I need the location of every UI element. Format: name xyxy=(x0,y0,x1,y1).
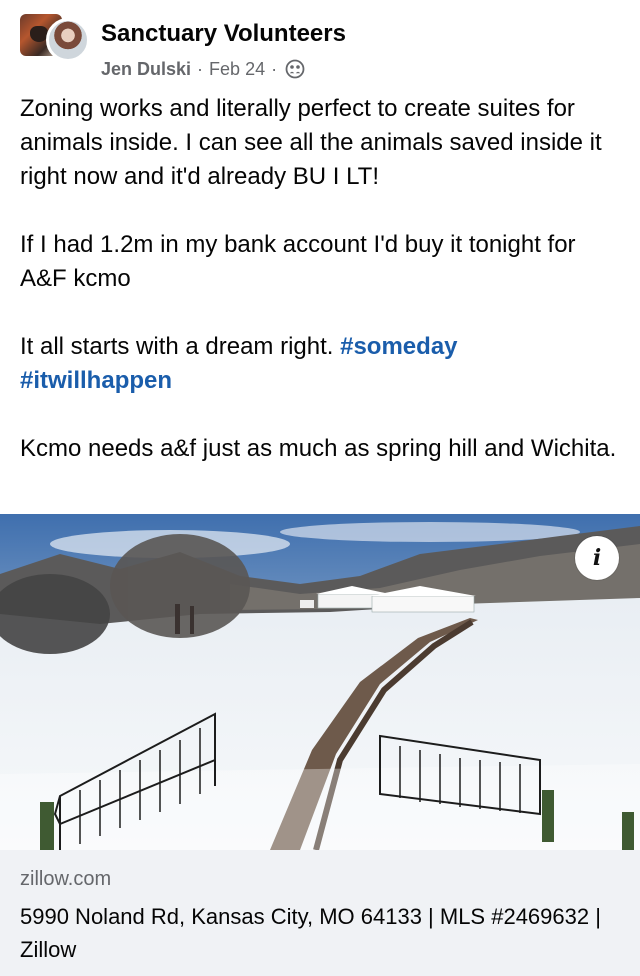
link-preview-card[interactable]: zillow.com 5990 Noland Rd, Kansas City, … xyxy=(0,850,640,976)
author-name-link[interactable]: Jen Dulski xyxy=(101,59,191,80)
info-button[interactable]: i xyxy=(575,536,619,580)
link-domain: zillow.com xyxy=(20,868,112,890)
post-paragraph: If I had 1.2m in my bank account I'd buy… xyxy=(20,231,576,292)
post-text-segment: It all starts with a dream right. xyxy=(20,333,341,360)
info-icon: i xyxy=(592,545,602,571)
post-paragraph: Zoning works and literally perfect to cr… xyxy=(20,95,602,190)
group-name-link[interactable]: Sanctuary Volunteers xyxy=(101,20,346,48)
author-avatar[interactable] xyxy=(46,18,90,62)
post-header: Sanctuary Volunteers Jen Dulski · Feb 24… xyxy=(0,0,640,96)
post-paragraph-hashtags: It all starts with a dream right. #somed… xyxy=(20,330,620,398)
link-title[interactable]: 5990 Noland Rd, Kansas City, MO 64133 | … xyxy=(20,900,620,966)
group-audience-icon[interactable] xyxy=(285,59,305,79)
link-preview-image[interactable] xyxy=(0,514,640,850)
meta-separator: · xyxy=(197,58,204,79)
meta-separator: · xyxy=(271,58,278,79)
hashtag-link[interactable]: #itwillhappen xyxy=(20,367,172,394)
post-date-link[interactable]: Feb 24 xyxy=(209,59,265,80)
avatar-group[interactable] xyxy=(20,14,90,62)
hashtag-link[interactable]: #someday xyxy=(340,333,457,360)
post-meta: Jen Dulski · Feb 24 · xyxy=(101,58,305,80)
post-text: Zoning works and literally perfect to cr… xyxy=(20,92,620,500)
post-paragraph: Kcmo needs a&f just as much as spring hi… xyxy=(20,435,617,462)
